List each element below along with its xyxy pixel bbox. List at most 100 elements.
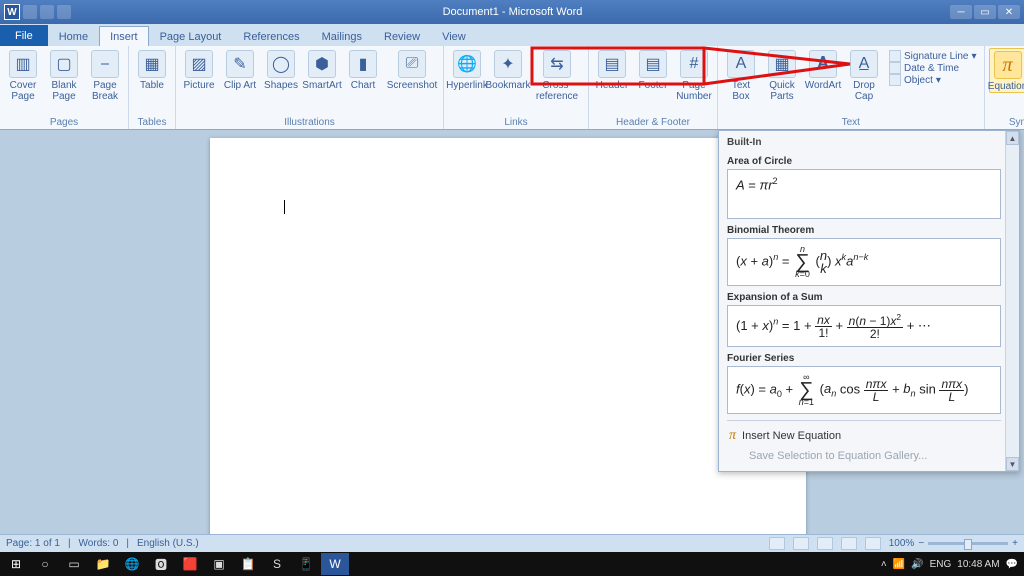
tray-volume-icon[interactable]: 🔊 bbox=[911, 559, 923, 570]
word-app-icon[interactable]: W bbox=[4, 4, 20, 20]
taskbar-app-2[interactable]: 🌐 bbox=[118, 553, 146, 575]
qat-save-icon[interactable] bbox=[23, 5, 37, 19]
taskbar-app-6[interactable]: 📋 bbox=[234, 553, 262, 575]
pi-icon: π bbox=[994, 51, 1022, 79]
tab-view[interactable]: View bbox=[431, 26, 477, 46]
group-text: AText Box ▦Quick Parts 𝐀WordArt A̲Drop C… bbox=[718, 46, 985, 129]
clipart-button[interactable]: ✎Clip Art bbox=[221, 48, 259, 91]
status-words[interactable]: Words: 0 bbox=[79, 538, 119, 549]
scroll-up-icon[interactable]: ▲ bbox=[1006, 131, 1019, 145]
date-time-button[interactable]: Date & Time bbox=[889, 62, 977, 74]
eq-fourier-series[interactable]: f(x) = a0 + ∞∑n=1 (an cos nπxL + bn sin … bbox=[727, 366, 1001, 414]
document-workspace: ▲ ▼ Built-In Area of Circle A = πr2 Bino… bbox=[0, 130, 1024, 534]
view-print-layout-icon[interactable] bbox=[769, 537, 785, 550]
tab-mailings[interactable]: Mailings bbox=[311, 26, 373, 46]
taskbar-app-5[interactable]: ▣ bbox=[205, 553, 233, 575]
chart-button[interactable]: ▮Chart bbox=[344, 48, 382, 91]
system-tray[interactable]: ˄ 📶 🔊 ENG 10:48 AM 💬 bbox=[881, 559, 1022, 570]
wordart-button[interactable]: 𝐀WordArt bbox=[804, 48, 842, 91]
zoom-control[interactable]: 100% − + bbox=[889, 538, 1018, 549]
taskbar-app-8[interactable]: 📱 bbox=[292, 553, 320, 575]
tab-home[interactable]: Home bbox=[48, 26, 99, 46]
search-button[interactable]: ○ bbox=[31, 553, 59, 575]
maximize-button[interactable]: ▭ bbox=[974, 5, 996, 19]
tray-language[interactable]: ENG bbox=[930, 559, 952, 570]
datetime-icon bbox=[889, 62, 901, 74]
tab-page-layout[interactable]: Page Layout bbox=[149, 26, 233, 46]
taskbar-app-3[interactable]: 🅾 bbox=[147, 553, 175, 575]
dropcap-icon: A̲ bbox=[850, 50, 878, 78]
status-page[interactable]: Page: 1 of 1 bbox=[6, 538, 60, 549]
crossref-button[interactable]: ⇆Cross-reference bbox=[530, 48, 584, 102]
group-illustrations: ▨Picture ✎Clip Art ◯Shapes ⬢SmartArt ▮Ch… bbox=[176, 46, 444, 129]
taskbar-app-4[interactable]: 🟥 bbox=[176, 553, 204, 575]
tray-notifications-icon[interactable]: 💬 bbox=[1006, 559, 1018, 570]
screenshot-button[interactable]: ⎚Screenshot bbox=[385, 48, 439, 91]
taskbar-app-1[interactable]: 📁 bbox=[89, 553, 117, 575]
blank-page-button[interactable]: ▢Blank Page bbox=[45, 48, 83, 102]
signature-icon bbox=[889, 50, 901, 62]
header-button[interactable]: ▤Header bbox=[593, 48, 631, 91]
eq-label-area-circle: Area of Circle bbox=[727, 156, 1001, 167]
status-language[interactable]: English (U.S.) bbox=[137, 538, 199, 549]
taskbar-word[interactable]: W bbox=[321, 553, 349, 575]
tab-file[interactable]: File bbox=[0, 25, 48, 46]
start-button[interactable]: ⊞ bbox=[2, 553, 30, 575]
zoom-slider[interactable] bbox=[928, 542, 1008, 545]
page-number-button[interactable]: #Page Number bbox=[675, 48, 713, 102]
text-minor-group: Signature Line ▾ Date & Time Object ▾ bbox=[886, 48, 980, 88]
page-break-button[interactable]: ⎯Page Break bbox=[86, 48, 124, 102]
eq-area-of-circle[interactable]: A = πr2 bbox=[727, 169, 1001, 219]
equation-button[interactable]: πEquation bbox=[989, 48, 1024, 93]
group-header-footer: ▤Header ▤Footer #Page Number Header & Fo… bbox=[589, 46, 718, 129]
cover-page-icon: ▥ bbox=[9, 50, 37, 78]
qat-undo-icon[interactable] bbox=[40, 5, 54, 19]
dropcap-button[interactable]: A̲Drop Cap bbox=[845, 48, 883, 102]
taskbar-app-7[interactable]: S bbox=[263, 553, 291, 575]
screenshot-icon: ⎚ bbox=[398, 50, 426, 78]
eq-binomial-theorem[interactable]: (x + a)n = n∑k=0 (nk) xkan−k bbox=[727, 238, 1001, 286]
insert-new-equation[interactable]: πInsert New Equation bbox=[727, 425, 1001, 447]
pi-icon: π bbox=[729, 428, 736, 444]
gallery-scrollbar[interactable]: ▲ ▼ bbox=[1005, 131, 1019, 471]
signature-line-button[interactable]: Signature Line ▾ bbox=[889, 50, 977, 62]
task-view-button[interactable]: ▭ bbox=[60, 553, 88, 575]
view-draft-icon[interactable] bbox=[865, 537, 881, 550]
minimize-button[interactable]: ─ bbox=[950, 5, 972, 19]
textbox-button[interactable]: AText Box bbox=[722, 48, 760, 102]
smartart-button[interactable]: ⬢SmartArt bbox=[303, 48, 341, 91]
picture-button[interactable]: ▨Picture bbox=[180, 48, 218, 91]
group-pages: ▥Cover Page ▢Blank Page ⎯Page Break Page… bbox=[0, 46, 129, 129]
scroll-down-icon[interactable]: ▼ bbox=[1006, 457, 1019, 471]
tab-review[interactable]: Review bbox=[373, 26, 431, 46]
bookmark-icon: ✦ bbox=[494, 50, 522, 78]
view-fullscreen-icon[interactable] bbox=[793, 537, 809, 550]
close-button[interactable]: ✕ bbox=[998, 5, 1020, 19]
tray-up-icon[interactable]: ˄ bbox=[881, 559, 887, 570]
group-label: Pages bbox=[4, 117, 124, 129]
object-button[interactable]: Object ▾ bbox=[889, 74, 977, 86]
shapes-button[interactable]: ◯Shapes bbox=[262, 48, 300, 91]
bookmark-button[interactable]: ✦Bookmark bbox=[489, 48, 527, 91]
cover-page-button[interactable]: ▥Cover Page bbox=[4, 48, 42, 102]
zoom-in-button[interactable]: + bbox=[1012, 538, 1018, 549]
save-to-gallery: Save Selection to Equation Gallery... bbox=[727, 447, 1001, 465]
quickparts-button[interactable]: ▦Quick Parts bbox=[763, 48, 801, 102]
hyperlink-button[interactable]: 🌐Hyperlink bbox=[448, 48, 486, 91]
group-links: 🌐Hyperlink ✦Bookmark ⇆Cross-reference Li… bbox=[444, 46, 589, 129]
document-page[interactable] bbox=[210, 138, 806, 534]
tab-references[interactable]: References bbox=[232, 26, 310, 46]
view-web-icon[interactable] bbox=[817, 537, 833, 550]
qat-redo-icon[interactable] bbox=[57, 5, 71, 19]
zoom-out-button[interactable]: − bbox=[918, 538, 924, 549]
chart-icon: ▮ bbox=[349, 50, 377, 78]
wordart-icon: 𝐀 bbox=[809, 50, 837, 78]
tab-insert[interactable]: Insert bbox=[99, 26, 149, 46]
view-outline-icon[interactable] bbox=[841, 537, 857, 550]
table-button[interactable]: ▦Table bbox=[133, 48, 171, 91]
smartart-icon: ⬢ bbox=[308, 50, 336, 78]
tray-clock[interactable]: 10:48 AM bbox=[957, 559, 999, 570]
eq-expansion-of-sum[interactable]: (1 + x)n = 1 + nx1! + n(n − 1)x22! + ⋯ bbox=[727, 305, 1001, 347]
footer-button[interactable]: ▤Footer bbox=[634, 48, 672, 91]
tray-network-icon[interactable]: 📶 bbox=[893, 559, 905, 570]
